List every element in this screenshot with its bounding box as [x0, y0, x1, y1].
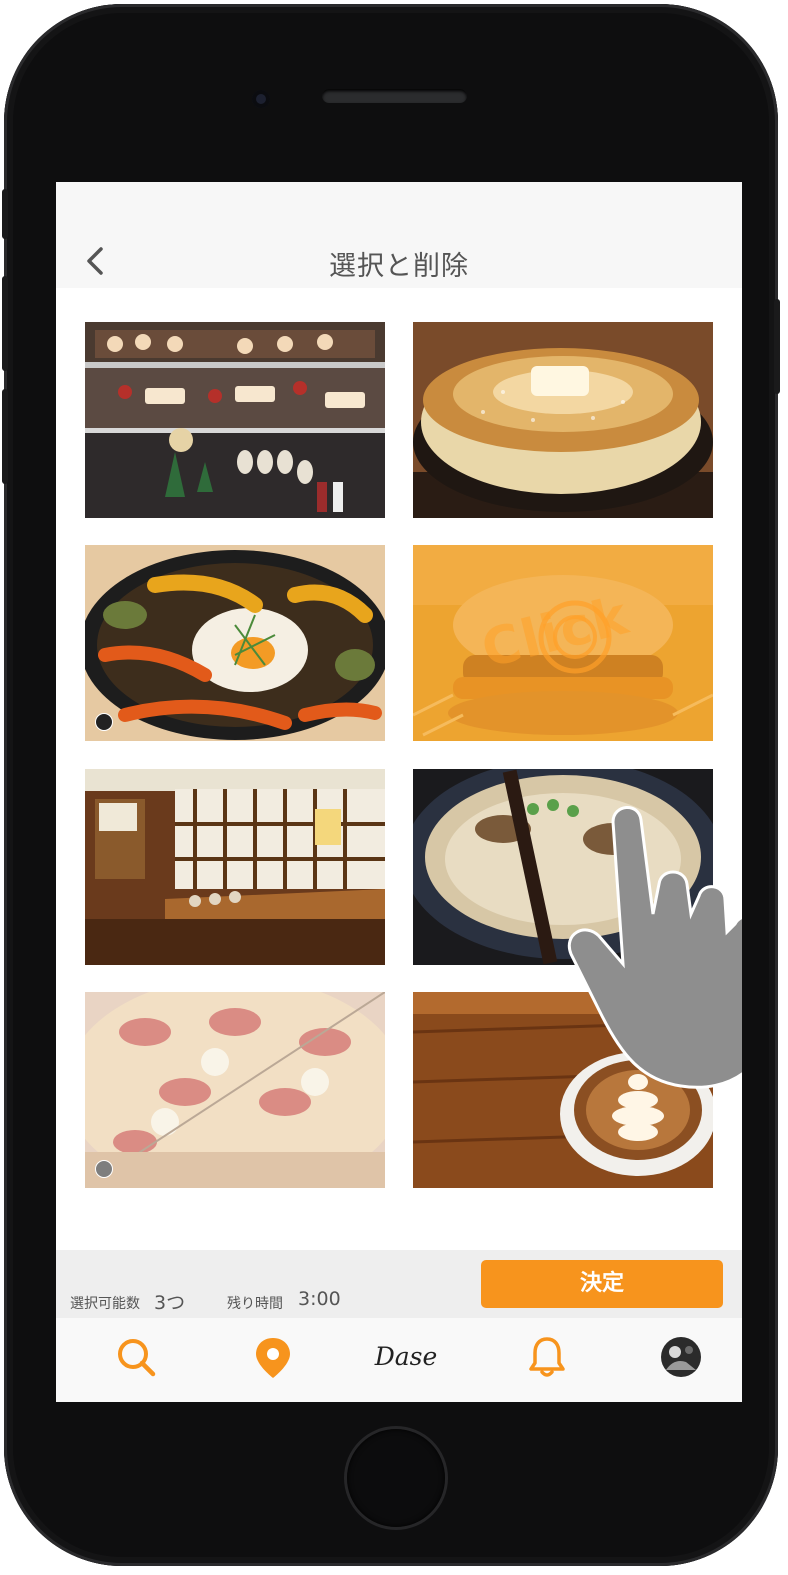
photo-grid: Click	[85, 322, 715, 1192]
earpiece-speaker	[322, 89, 467, 103]
pancake-photo	[413, 322, 713, 518]
user-avatar-badge	[95, 1160, 113, 1178]
mute-switch	[2, 189, 8, 239]
pizza-photo	[85, 992, 385, 1188]
map-pin-icon[interactable]	[248, 1332, 298, 1382]
home-button[interactable]	[347, 1429, 445, 1527]
selection-action-bar: 選択可能数 3つ 残り時間 3:00 決定	[56, 1250, 742, 1318]
power-button	[774, 299, 780, 394]
page-title: 選択と削除	[329, 251, 469, 282]
confirm-button[interactable]: 決定	[481, 1260, 723, 1308]
photo-tile-latte[interactable]	[413, 992, 713, 1188]
front-camera	[252, 90, 270, 108]
remaining-time-value: 3:00	[298, 1288, 341, 1310]
restaurant-interior-photo	[85, 769, 385, 965]
phone-frame: 選択と削除 Click 選択可能数 3つ 残り時間 3:00 決定 Dase	[2, 4, 780, 1566]
latte-photo	[413, 992, 713, 1188]
available-count-value: 3つ	[154, 1292, 186, 1314]
volume-up-button	[2, 276, 8, 371]
photo-tile-burger-selected[interactable]: Click	[413, 545, 713, 741]
photo-tile-ramen[interactable]	[413, 769, 713, 965]
bottom-tab-bar: Dase	[56, 1318, 742, 1402]
remaining-time-label: 残り時間	[227, 1296, 283, 1312]
search-icon[interactable]	[111, 1332, 161, 1382]
nav-header: 選択と削除	[56, 182, 742, 288]
veggie-skillet-photo	[85, 545, 385, 741]
pastry-case-photo	[85, 322, 385, 518]
photo-tile-pizza[interactable]	[85, 992, 385, 1188]
photo-tile-pancake[interactable]	[413, 322, 713, 518]
photo-tile-veggie-skillet[interactable]	[85, 545, 385, 741]
photo-tile-restaurant-interior[interactable]	[85, 769, 385, 965]
brand-logo[interactable]: Dase	[366, 1332, 446, 1382]
available-count-label: 選択可能数	[70, 1296, 140, 1312]
app-screen: 選択と削除 Click 選択可能数 3つ 残り時間 3:00 決定 Dase	[56, 182, 742, 1402]
profile-avatar[interactable]	[656, 1332, 706, 1382]
ramen-photo	[413, 769, 713, 965]
volume-down-button	[2, 389, 8, 484]
bell-icon[interactable]	[522, 1332, 572, 1382]
burger-photo	[413, 545, 713, 741]
user-avatar-badge	[95, 713, 113, 731]
photo-tile-pastry-case[interactable]	[85, 322, 385, 518]
